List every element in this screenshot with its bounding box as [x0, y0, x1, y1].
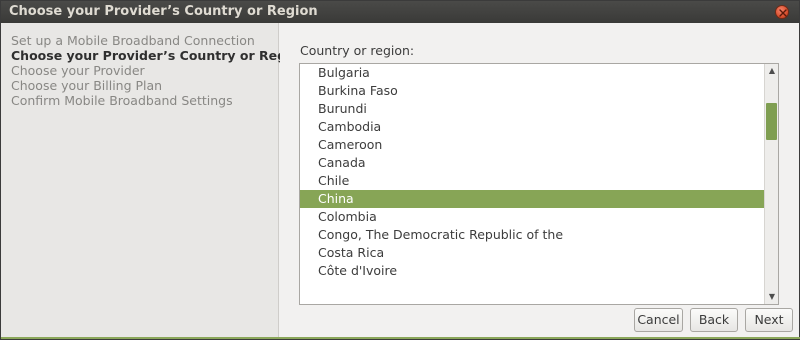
cancel-button[interactable]: Cancel	[634, 308, 683, 332]
window-title: Choose your Provider’s Country or Region	[9, 4, 318, 19]
content-panel: Country or region: Bulgaria Burkina Faso B…	[280, 23, 799, 339]
title-bar[interactable]: Choose your Provider’s Country or Region	[1, 1, 799, 23]
list-item[interactable]: Congo, The Democratic Republic of the	[300, 226, 765, 244]
step-choose-provider: Choose your Provider	[11, 63, 145, 78]
close-icon	[779, 9, 787, 17]
back-button[interactable]: Back	[690, 308, 738, 332]
list-item[interactable]: Chile	[300, 172, 765, 190]
step-choose-billing-plan: Choose your Billing Plan	[11, 78, 163, 93]
list-item[interactable]: Costa Rica	[300, 244, 765, 262]
list-item[interactable]: Canada	[300, 154, 765, 172]
arrow-up-icon[interactable]: ▲	[767, 66, 777, 76]
assistant-window: Choose your Provider’s Country or Region…	[0, 0, 800, 340]
list-item[interactable]: Colombia	[300, 208, 765, 226]
steps-sidebar: Set up a Mobile Broadband Connection Cho…	[1, 23, 308, 339]
close-button[interactable]	[775, 5, 789, 19]
country-field-label: Country or region:	[300, 43, 415, 58]
desktop-edge	[1, 337, 800, 339]
list-item[interactable]: Côte d'Ivoire	[300, 262, 765, 280]
scrollbar-thumb[interactable]	[766, 103, 777, 140]
arrow-down-icon[interactable]: ▼	[767, 292, 777, 302]
list-item[interactable]: Cameroon	[300, 136, 765, 154]
country-list[interactable]: Bulgaria Burkina Faso Burundi Cambodia Camer…	[299, 63, 779, 305]
step-confirm-settings: Confirm Mobile Broadband Settings	[11, 93, 233, 108]
list-item[interactable]: Burkina Faso	[300, 82, 765, 100]
list-item[interactable]: Bulgaria	[300, 64, 765, 82]
next-button[interactable]: Next	[745, 308, 793, 332]
step-setup-connection: Set up a Mobile Broadband Connection	[11, 33, 255, 48]
step-choose-country: Choose your Provider’s Country or Region	[11, 48, 308, 63]
list-item[interactable]: Cambodia	[300, 118, 765, 136]
list-item[interactable]: Burundi	[300, 100, 765, 118]
list-scrollbar[interactable]: ▲ ▼	[764, 64, 778, 304]
list-item[interactable]: China	[300, 190, 765, 208]
country-list-items: Bulgaria Burkina Faso Burundi Cambodia Camer…	[300, 64, 765, 280]
